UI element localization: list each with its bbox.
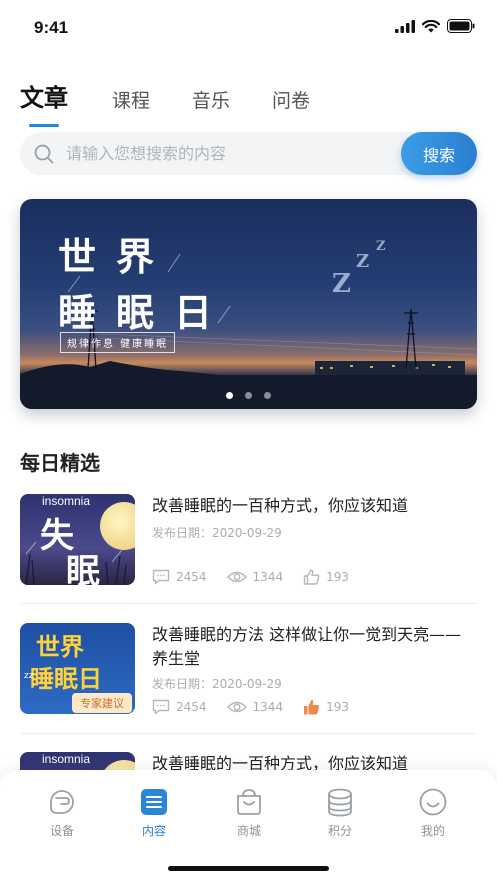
banner-tagline: 规律作息 健康睡眠 [60, 332, 176, 353]
search-input[interactable] [66, 132, 396, 175]
points-icon [328, 788, 352, 817]
article-stats: 2454 1344 193 [152, 569, 369, 585]
search-button[interactable]: 搜索 [401, 132, 477, 175]
status-icons [395, 19, 475, 33]
like-stat[interactable]: 193 [303, 699, 349, 715]
signal-icon [395, 19, 415, 33]
like-count: 193 [326, 570, 349, 584]
carousel-dot[interactable] [245, 392, 252, 399]
comment-icon [152, 699, 170, 715]
profile-icon [419, 788, 447, 816]
article-item[interactable]: insomnia 失 眠 改善睡眠的一百种方式，你应该知道 发布日期：2020-… [20, 494, 477, 585]
content-tabs: 文章 课程 音乐 问卷 [20, 78, 352, 127]
comment-stat[interactable]: 2454 [152, 699, 207, 715]
thumbs-up-filled-icon [304, 699, 320, 715]
article-thumbnail: 世界 睡眠日 zz 专家建议 [20, 623, 135, 714]
view-count: 1344 [252, 570, 284, 584]
view-stat: 1344 [226, 570, 284, 584]
status-time: 9:41 [34, 18, 69, 37]
thumbnail-title-1: 世界 [36, 632, 84, 661]
nav-item-shop[interactable]: 商城 [219, 786, 279, 839]
tab-questionnaire[interactable]: 问卷 [272, 86, 310, 123]
eye-icon [226, 701, 247, 713]
carousel-indicator [20, 392, 477, 399]
article-title[interactable]: 改善睡眠的方法 这样做让你一觉到天亮——养生堂 [152, 623, 477, 671]
thumbs-up-icon [303, 569, 320, 585]
nav-item-device[interactable]: 设备 [32, 786, 92, 839]
shop-icon [237, 789, 261, 815]
battery-icon [447, 19, 475, 33]
expert-advice-badge: 专家建议 [72, 693, 132, 713]
comment-count: 2454 [176, 570, 207, 584]
banner-title-line1: 世界 [58, 234, 175, 279]
article-date: 发布日期：2020-09-29 [152, 526, 282, 540]
grass-graphic [25, 541, 127, 585]
article-thumbnail: insomnia 失 眠 [20, 494, 135, 585]
article-item[interactable]: 世界 睡眠日 zz 专家建议 改善睡眠的方法 这样做让你一觉到天亮——养生堂 发… [20, 623, 477, 715]
tab-articles[interactable]: 文章 [20, 78, 68, 127]
like-count: 193 [326, 700, 349, 714]
thumbnail-title-2: 睡眠日 [30, 664, 102, 693]
carousel-dot[interactable] [264, 392, 271, 399]
content-icon [141, 789, 167, 815]
comment-stat[interactable]: 2454 [152, 569, 207, 585]
comment-icon [152, 569, 170, 585]
section-title-daily-picks: 每日精选 [20, 451, 100, 475]
article-stats: 2454 1344 193 [152, 699, 369, 715]
thumbnail-zz: zz [24, 671, 34, 681]
device-icon [50, 790, 74, 814]
carousel-dot[interactable] [226, 392, 233, 399]
banner-title: 世界 睡眠日 [58, 229, 232, 341]
article-title[interactable]: 改善睡眠的一百种方式，你应该知道 [152, 494, 477, 518]
nav-label: 商城 [236, 824, 261, 838]
home-indicator[interactable] [168, 866, 329, 871]
nav-item-points[interactable]: 积分 [310, 786, 370, 839]
view-stat: 1344 [226, 700, 284, 714]
nav-label: 设备 [49, 824, 74, 838]
like-stat[interactable]: 193 [303, 569, 349, 585]
divider [20, 733, 477, 734]
comment-count: 2454 [176, 700, 207, 714]
nav-item-content[interactable]: 内容 [124, 786, 184, 839]
nav-label: 积分 [327, 824, 352, 838]
status-bar: 9:41 [0, 0, 497, 56]
nav-label: 内容 [141, 824, 166, 838]
nav-item-profile[interactable]: 我的 [403, 786, 463, 839]
thumbnail-caption: insomnia [42, 752, 91, 766]
tab-music[interactable]: 音乐 [192, 86, 230, 123]
divider [20, 603, 477, 604]
tab-courses[interactable]: 课程 [112, 86, 150, 123]
article-date: 发布日期：2020-09-29 [152, 677, 282, 691]
search-bar: 搜索 [20, 132, 477, 175]
eye-icon [226, 571, 247, 583]
view-count: 1344 [252, 700, 284, 714]
search-icon [34, 144, 54, 164]
wifi-icon [422, 19, 440, 32]
nav-label: 我的 [420, 824, 445, 838]
banner-carousel[interactable]: 世界 睡眠日 Z Z Z 规律作息 健康睡眠 [20, 199, 477, 409]
